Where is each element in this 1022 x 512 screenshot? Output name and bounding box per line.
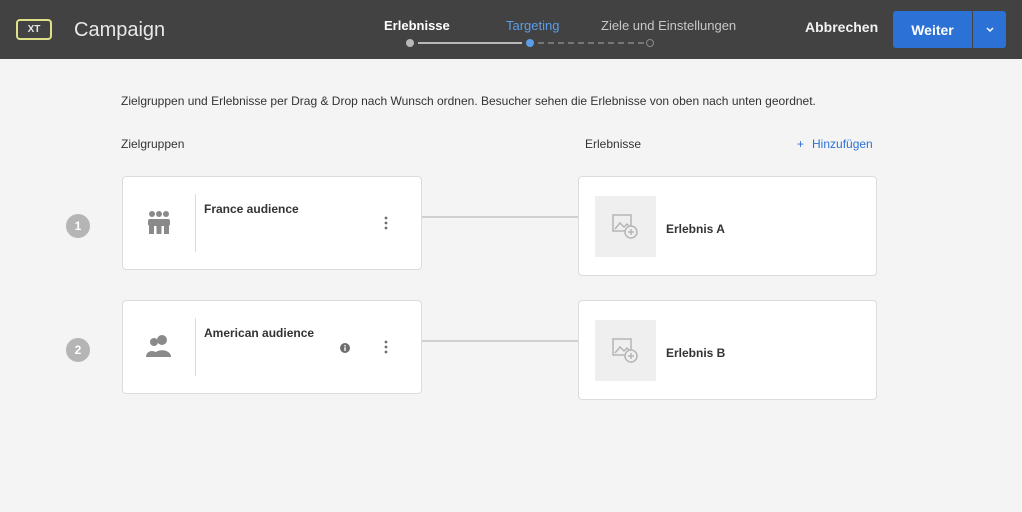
info-icon[interactable]: [340, 343, 350, 353]
more-options-icon[interactable]: [383, 340, 389, 354]
audience-card-2[interactable]: American audience: [122, 300, 422, 394]
step-dot-done: [406, 39, 414, 47]
row-number-2: 2: [66, 338, 90, 362]
plus-icon: +: [797, 137, 805, 151]
card-divider: [195, 318, 196, 376]
instructions-text: Zielgruppen und Erlebnisse per Drag & Dr…: [121, 94, 816, 108]
more-options-icon[interactable]: [383, 216, 389, 230]
chevron-down-icon: [985, 26, 994, 32]
next-options-button[interactable]: [973, 11, 1006, 48]
connector-line: [422, 340, 578, 342]
progress-line-complete: [418, 42, 522, 44]
page-title: Campaign: [74, 19, 166, 41]
row-number-1: 1: [66, 214, 90, 238]
experience-card-a[interactable]: Erlebnis A: [578, 176, 877, 276]
connector-line: [422, 216, 578, 218]
add-image-icon: [612, 338, 638, 363]
step-dot-pending: [646, 39, 654, 47]
cancel-button[interactable]: Abbrechen: [805, 19, 878, 35]
top-bar: XT Campaign Erlebnisse Targeting Ziele u…: [0, 0, 1022, 59]
add-label: Hinzufügen: [812, 137, 873, 151]
users-icon: [146, 335, 171, 357]
experience-thumbnail: [595, 320, 656, 381]
experience-name: Erlebnis B: [666, 346, 726, 360]
group-icon: [148, 211, 170, 234]
app-badge: XT: [16, 19, 52, 40]
experience-thumbnail: [595, 196, 656, 257]
audiences-column-label: Zielgruppen: [121, 137, 185, 151]
audience-card-1[interactable]: France audience: [122, 176, 422, 270]
experiences-column-label: Erlebnisse: [585, 137, 642, 151]
add-experience-link[interactable]: + Hinzufügen: [797, 137, 873, 151]
audience-name: France audience: [204, 202, 299, 216]
progress-line-pending: [538, 42, 644, 44]
add-image-icon: [612, 214, 638, 239]
card-divider: [195, 194, 196, 252]
step-targeting[interactable]: Targeting: [506, 18, 559, 33]
audience-name: American audience: [204, 326, 315, 340]
next-button[interactable]: Weiter: [893, 11, 972, 48]
experience-name: Erlebnis A: [666, 222, 725, 236]
step-dot-active: [526, 39, 534, 47]
step-ziele[interactable]: Ziele und Einstellungen: [601, 18, 736, 33]
experience-card-b[interactable]: Erlebnis B: [578, 300, 877, 400]
step-erlebnisse[interactable]: Erlebnisse: [384, 18, 450, 33]
